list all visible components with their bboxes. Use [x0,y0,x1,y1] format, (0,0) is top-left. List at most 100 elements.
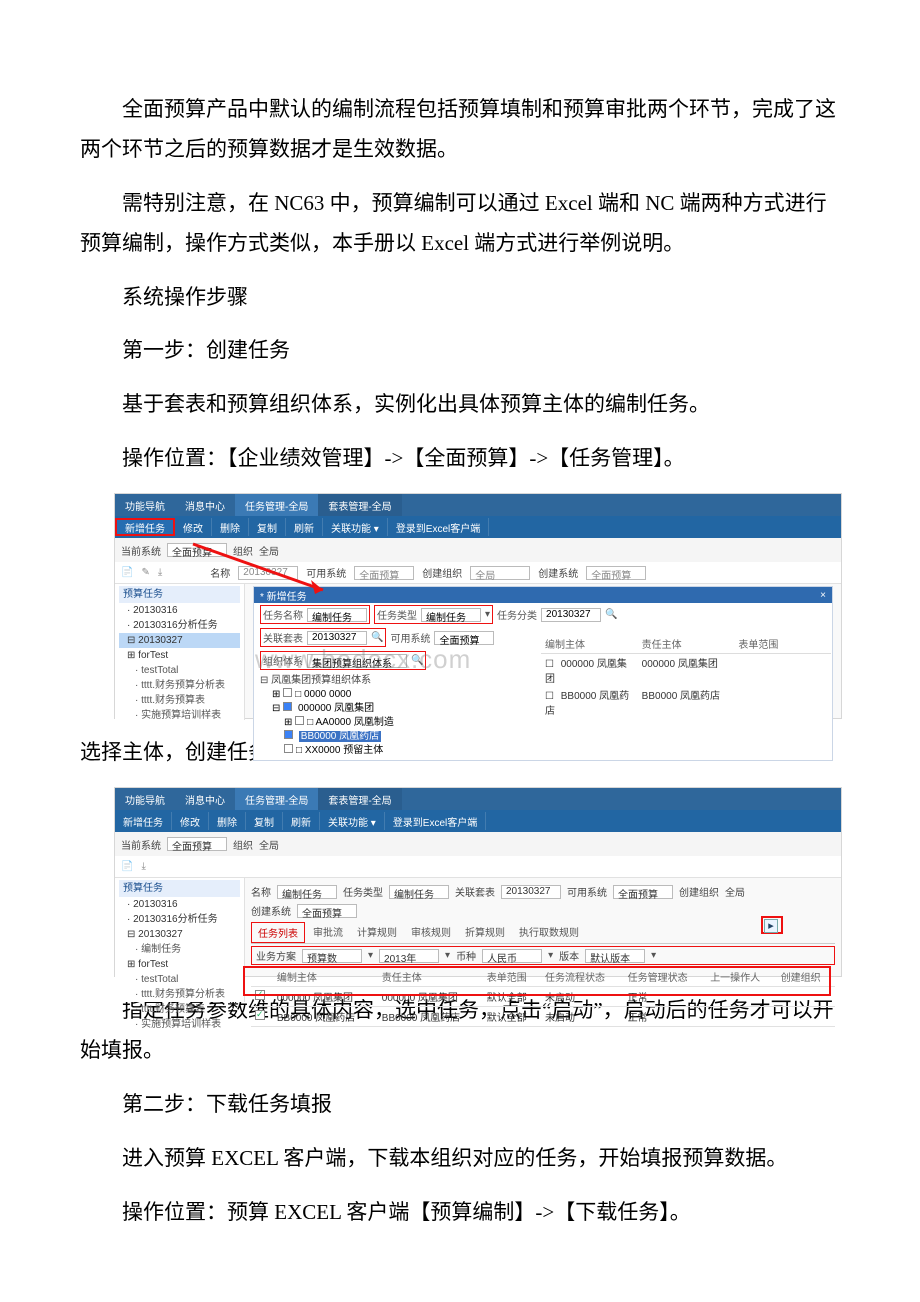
edit-button[interactable]: 修改 [172,812,209,830]
csys-label: 创建系统 [251,903,291,918]
name-input[interactable]: 20130327 [238,566,298,580]
edit-icon[interactable]: ✎ [141,567,149,578]
right-table: 编制主体 责任主体 表单范围 ☐ 000000 凤凰集团 000000 凤凰集团… [541,634,831,718]
tree-node-selected[interactable]: ⊟ 20130327 [119,633,240,648]
tree-node[interactable]: · 20130316 [119,897,240,912]
tree-node[interactable]: · testTotal [119,972,240,987]
col-header: 编制主体 [541,634,638,653]
tab-suite[interactable]: 套表管理-全局 [318,788,401,810]
tree-node[interactable]: · tttt.财务预算表 [119,693,240,708]
cell: 默认全部 [483,1007,541,1027]
refresh-button[interactable]: 刷新 [283,812,320,830]
edit-button[interactable]: 修改 [175,518,212,536]
play-icon[interactable]: ▸ [764,919,778,933]
screenshot-task-detail: 功能导航 消息中心 任务管理-全局 套表管理-全局 新增任务 修改 删除 复制 … [114,787,842,977]
create-org-input[interactable]: 全局 [470,566,530,580]
rows-highlight [243,966,831,996]
tree-node[interactable]: · tttt.财务预算分析表 [119,678,240,693]
rel-sheet-input[interactable]: 20130327 [307,631,367,645]
tab-nav[interactable]: 功能导航 [115,788,175,810]
table-row[interactable]: BB0000 凤凰药店 BB0000 凤凰药店 默认全部 未启动 正常 [251,1007,835,1027]
use-sys-input2[interactable]: 全面预算 [434,631,494,645]
cell: ☐ 000000 凤凰集团 [541,654,638,686]
cur-sys-input[interactable]: 全面预算 [167,543,227,557]
tree-node[interactable]: · testTotal [119,663,240,678]
subtab-approve[interactable]: 审批流 [307,922,349,943]
tab-msg[interactable]: 消息中心 [175,494,235,516]
tree-node[interactable]: · 20130316 [119,603,240,618]
delete-button[interactable]: 删除 [209,812,246,830]
search-icon[interactable]: 🔍 [371,632,383,643]
rel-label: 关联套表 [455,884,495,899]
related-button[interactable]: 关联功能 ▾ [320,812,385,830]
task-name-input[interactable]: 编制任务 [307,608,367,622]
tab-task[interactable]: 任务管理-全局 [235,494,318,516]
tree-node[interactable]: · 20130316分析任务 [119,618,240,633]
rel-value: 20130327 [501,885,561,899]
subtab-calc[interactable]: 计算规则 [351,922,403,943]
cur-sys-input[interactable]: 全面预算 [167,837,227,851]
filter-bar: 当前系统 全面预算 组织 全局 [115,832,841,856]
heading: 第二步：下载任务填报 [80,1085,840,1125]
side-tree: 预算任务 · 20130316 · 20130316分析任务 ⊟ 2013032… [115,584,245,720]
new-task-button[interactable]: 新增任务 [115,518,175,536]
create-sys-input[interactable]: 全面预算 [586,566,646,580]
task-type-select[interactable]: 编制任务 [421,608,481,622]
export-icon[interactable]: ⤓ [141,861,145,872]
dialog-title-text: * 新增任务 [260,588,307,603]
subtab-tasklist[interactable]: 任务列表 [251,922,305,943]
use-sys-input[interactable]: 全面预算 [354,566,414,580]
paragraph: 操作位置：【企业绩效管理】->【全面预算】->【任务管理】。 [80,439,840,479]
tree-header: 预算任务 [119,586,240,603]
ver-select[interactable]: 默认版本 [585,949,645,963]
filter-icon[interactable]: 📄 [121,861,133,872]
tab-suite[interactable]: 套表管理-全局 [318,494,401,516]
new-task-button[interactable]: 新增任务 [115,812,172,830]
tab-msg[interactable]: 消息中心 [175,788,235,810]
icon-bar: 📄 ✎ ⤓ 名称 20130327 可用系统 全面预算 创建组织 全局 创建系统… [115,562,841,584]
copy-button[interactable]: 复制 [249,518,286,536]
tree-node[interactable]: □ XX0000 预留主体 [260,744,826,758]
tree-node[interactable]: · 实施预算培训样表 [119,708,240,723]
ver-label: 版本 [559,948,579,963]
task-cat-input[interactable]: 20130327 [541,608,601,622]
search-icon[interactable]: 🔍 [605,609,617,620]
org-value: 全局 [259,543,279,558]
cell: BB0000 凤凰药店 [378,1007,483,1027]
tree-node-selected[interactable]: BB0000 凤凰药店 [260,730,826,744]
year-select[interactable]: 2013年 [379,949,439,963]
related-button[interactable]: 关联功能 ▾ [323,518,388,536]
excel-login-button[interactable]: 登录到Excel客户端 [388,518,489,536]
subtab-convert[interactable]: 折算规则 [459,922,511,943]
filter-icon[interactable]: 📄 [121,567,133,578]
delete-button[interactable]: 删除 [212,518,249,536]
cell: 000000 凤凰集团 [638,654,735,686]
tree-node-selected[interactable]: · 编制任务 [119,942,240,957]
tree-node[interactable]: · 20130316分析任务 [119,912,240,927]
refresh-button[interactable]: 刷新 [286,518,323,536]
paragraph: 基于套表和预算组织体系，实例化出具体预算主体的编制任务。 [80,385,840,425]
cur-sys-label: 当前系统 [121,543,161,558]
tab-task[interactable]: 任务管理-全局 [235,788,318,810]
excel-login-button[interactable]: 登录到Excel客户端 [385,812,486,830]
tree-node[interactable]: · tttt.财务预算分析表 [119,987,240,1002]
subtab-exec[interactable]: 执行取数规则 [513,922,585,943]
export-icon[interactable]: ⤓ [158,567,162,578]
checkbox[interactable] [255,1010,265,1020]
tree-node[interactable]: ⊞ forTest [119,957,240,972]
biz-select[interactable]: 预算数 [302,949,362,963]
curr-select[interactable]: 人民币 [482,949,542,963]
copy-button[interactable]: 复制 [246,812,283,830]
corg-label: 创建组织 [679,884,719,899]
tree-node[interactable]: ⊞ □ AA0000 凤凰制造 [260,716,826,730]
tree-node[interactable]: ⊟ 20130327 [119,927,240,942]
curr-label: 币种 [456,948,476,963]
biz-label: 业务方案 [256,948,296,963]
tab-nav[interactable]: 功能导航 [115,494,175,516]
tree-node[interactable]: · 实施预算培训样表 [119,1017,240,1032]
close-icon[interactable]: × [820,590,826,601]
tree-node[interactable]: ⊞ forTest [119,648,240,663]
subtab-audit[interactable]: 审核规则 [405,922,457,943]
org-label: 组织 [233,837,253,852]
tree-node[interactable]: · tttt.财务预算表 [119,1002,240,1017]
